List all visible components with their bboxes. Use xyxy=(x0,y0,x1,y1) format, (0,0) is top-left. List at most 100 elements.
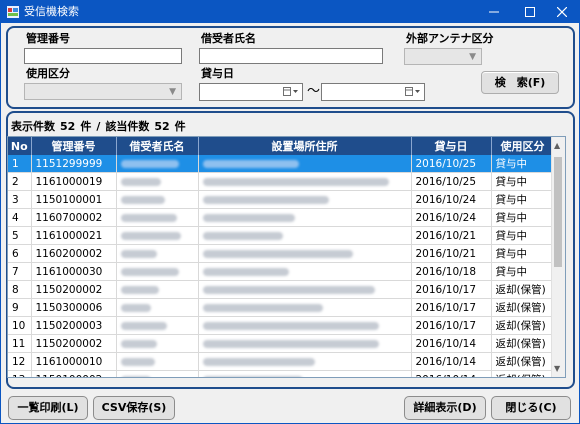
kanri-input[interactable] xyxy=(24,48,182,64)
cell-no: 7 xyxy=(8,262,32,281)
cell-shakuyousha xyxy=(116,190,199,209)
cell-kanri: 1150200002 xyxy=(31,280,117,299)
redacted-text xyxy=(120,357,155,366)
scroll-thumb[interactable] xyxy=(554,157,562,267)
redacted-text xyxy=(120,375,151,377)
redacted-text xyxy=(202,339,379,348)
close-window-button[interactable] xyxy=(545,1,579,23)
table-row[interactable]: 8 1150200002 2016/10/17 返却(保管) xyxy=(8,280,555,299)
chevron-down-icon: ▼ xyxy=(469,52,476,62)
cell-kanri: 1160700002 xyxy=(31,208,117,227)
cell-address xyxy=(198,244,412,263)
search-button[interactable]: 検 索(F) xyxy=(481,71,559,94)
redacted-text xyxy=(202,321,379,330)
cell-shakuyousha xyxy=(116,262,199,281)
shiyou-select[interactable]: ▼ xyxy=(24,83,182,100)
col-header-status[interactable]: 使用区分 xyxy=(491,137,555,155)
cell-address xyxy=(198,298,412,317)
redacted-text xyxy=(202,159,299,168)
scroll-down-icon[interactable]: ▼ xyxy=(554,365,560,373)
cell-no: 5 xyxy=(8,226,32,245)
results-grid: No 管理番号 借受者氏名 設置場所住所 貸与日 使用区分 1 115129999… xyxy=(7,136,566,378)
antenna-select[interactable]: ▼ xyxy=(404,48,482,65)
table-row[interactable]: 6 1160200002 2016/10/21 貸与中 xyxy=(8,244,555,263)
table-row[interactable]: 10 1150200003 2016/10/17 返却(保管) xyxy=(8,316,555,335)
cell-date: 2016/10/24 xyxy=(411,190,492,209)
redacted-text xyxy=(120,339,157,348)
table-row[interactable]: 1 1151299999 2016/10/25 貸与中 xyxy=(8,155,555,173)
scroll-up-icon[interactable]: ▲ xyxy=(554,142,560,150)
table-row[interactable]: 3 1150100001 2016/10/24 貸与中 xyxy=(8,190,555,209)
cell-status: 貸与中 xyxy=(491,172,555,191)
shakuyousha-input[interactable] xyxy=(199,48,383,64)
cell-no: 10 xyxy=(8,316,32,335)
cell-no: 3 xyxy=(8,190,32,209)
maximize-icon xyxy=(525,7,535,17)
search-window: 受信機検索 管理番号 使用区分 ▼ 借受者氏名 貸与日 ～ 外部アンテナ区分 ▼… xyxy=(1,1,579,423)
cell-no: 12 xyxy=(8,352,32,371)
cell-status: 返却(保管) xyxy=(491,352,555,371)
date-from-picker[interactable] xyxy=(199,83,303,101)
redacted-text xyxy=(202,375,303,377)
redacted-text xyxy=(120,303,151,312)
cell-shakuyousha xyxy=(116,298,199,317)
col-header-no[interactable]: No xyxy=(8,137,32,155)
maximize-button[interactable] xyxy=(513,1,547,23)
redacted-text xyxy=(202,249,353,258)
table-row[interactable]: 7 1161000030 2016/10/18 貸与中 xyxy=(8,262,555,281)
print-list-button[interactable]: 一覧印刷(L) xyxy=(8,396,88,420)
cell-shakuyousha xyxy=(116,352,199,371)
table-row[interactable]: 2 1161000019 2016/10/25 貸与中 xyxy=(8,172,555,191)
redacted-text xyxy=(202,303,323,312)
taiyobi-label: 貸与日 xyxy=(201,67,234,80)
table-row[interactable]: 9 1150300006 2016/10/17 返却(保管) xyxy=(8,298,555,317)
redacted-text xyxy=(120,249,157,258)
cell-shakuyousha xyxy=(116,155,199,173)
cell-status: 貸与中 xyxy=(491,262,555,281)
cell-status: 貸与中 xyxy=(491,208,555,227)
table-row[interactable]: 11 1150200002 2016/10/14 返却(保管) xyxy=(8,334,555,353)
cell-no: 9 xyxy=(8,298,32,317)
cell-kanri: 1150100001 xyxy=(31,190,117,209)
cell-date: 2016/10/21 xyxy=(411,244,492,263)
calendar-dropdown-icon xyxy=(405,87,420,96)
table-row[interactable]: 5 1161000021 2016/10/21 貸与中 xyxy=(8,226,555,245)
table-row[interactable]: 12 1161000010 2016/10/14 返却(保管) xyxy=(8,352,555,371)
col-header-date[interactable]: 貸与日 xyxy=(411,137,492,155)
cell-date: 2016/10/14 xyxy=(411,370,492,377)
cell-kanri: 1160200002 xyxy=(31,244,117,263)
cell-kanri: 1150200002 xyxy=(31,334,117,353)
cell-shakuyousha xyxy=(116,244,199,263)
table-row[interactable]: 131150100002 2016/10/14返却(保管) xyxy=(8,370,555,377)
cell-status: 返却(保管) xyxy=(491,280,555,299)
col-header-kanri[interactable]: 管理番号 xyxy=(31,137,117,155)
window-title: 受信機検索 xyxy=(24,5,79,18)
cell-shakuyousha xyxy=(116,334,199,353)
cell-date: 2016/10/17 xyxy=(411,280,492,299)
cell-address xyxy=(198,172,412,191)
close-button[interactable]: 閉じる(C) xyxy=(491,396,571,420)
cell-shakuyousha xyxy=(116,316,199,335)
csv-save-button[interactable]: CSV保存(S) xyxy=(93,396,175,420)
cell-no: 4 xyxy=(8,208,32,227)
cell-shakuyousha xyxy=(116,172,199,191)
cell-kanri: 1150200003 xyxy=(31,316,117,335)
table-header-row: No 管理番号 借受者氏名 設置場所住所 貸与日 使用区分 xyxy=(8,137,555,155)
cell-no: 1 xyxy=(8,155,32,173)
cell-status: 貸与中 xyxy=(491,190,555,209)
cell-status: 返却(保管) xyxy=(491,370,555,377)
cell-status: 貸与中 xyxy=(491,226,555,245)
cell-date: 2016/10/25 xyxy=(411,172,492,191)
detail-view-button[interactable]: 詳細表示(D) xyxy=(404,396,486,420)
kanri-label: 管理番号 xyxy=(26,32,70,45)
cell-date: 2016/10/21 xyxy=(411,226,492,245)
minimize-button[interactable] xyxy=(477,1,511,23)
vertical-scrollbar[interactable]: ▲ ▼ xyxy=(551,137,565,377)
shakuyousha-label: 借受者氏名 xyxy=(201,32,256,45)
col-header-shakuyousha[interactable]: 借受者氏名 xyxy=(116,137,199,155)
date-to-picker[interactable] xyxy=(321,83,425,101)
cell-address xyxy=(198,155,412,173)
col-header-address[interactable]: 設置場所住所 xyxy=(198,137,412,155)
table-row[interactable]: 4 1160700002 2016/10/24 貸与中 xyxy=(8,208,555,227)
redacted-text xyxy=(120,213,177,222)
